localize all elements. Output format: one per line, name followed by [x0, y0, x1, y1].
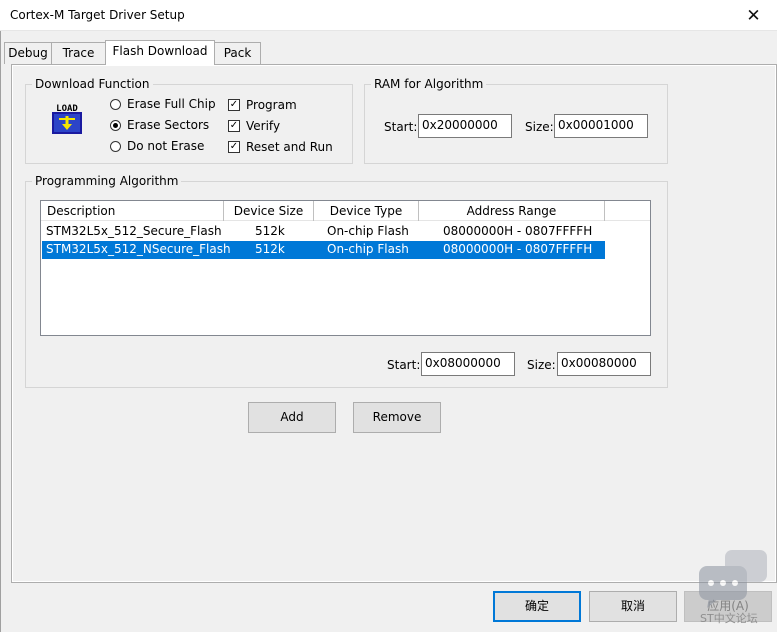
- flash-size-input[interactable]: 0x00080000: [557, 352, 651, 376]
- close-icon: ✕: [746, 5, 761, 26]
- cancel-button[interactable]: 取消: [589, 591, 677, 622]
- programming-algorithm-group: Programming Algorithm Description Device…: [25, 174, 668, 388]
- table-row[interactable]: STM32L5x_512_Secure_Flash 512k On-chip F…: [42, 223, 605, 241]
- column-device-type[interactable]: Device Type: [314, 201, 419, 221]
- row-type: On-chip Flash: [327, 224, 409, 238]
- tab-debug[interactable]: Debug: [4, 42, 52, 64]
- verify-label: Verify: [246, 119, 281, 133]
- download-function-label: Download Function: [32, 77, 153, 91]
- tab-debug-label: Debug: [8, 46, 48, 60]
- tab-flash-download-label: Flash Download: [112, 44, 208, 58]
- algorithm-list[interactable]: Description Device Size Device Type Addr…: [40, 200, 651, 336]
- title-bar: Cortex-M Target Driver Setup ✕: [0, 0, 777, 31]
- row-size: 512k: [255, 242, 285, 256]
- erase-full-chip-radio[interactable]: [110, 99, 121, 110]
- flash-size-label: Size:: [527, 358, 556, 372]
- erase-sectors-label: Erase Sectors: [127, 118, 210, 132]
- row-type: On-chip Flash: [327, 242, 409, 256]
- row-description: STM32L5x_512_Secure_Flash: [46, 224, 222, 238]
- ram-for-algorithm-label: RAM for Algorithm: [371, 77, 487, 91]
- tab-trace[interactable]: Trace: [51, 42, 106, 64]
- reset-and-run-checkbox[interactable]: ✓: [228, 141, 240, 153]
- load-icon: LOAD: [51, 102, 83, 136]
- flash-download-panel: Download Function LOAD Erase Full Chip E…: [11, 64, 777, 583]
- ram-for-algorithm-group: RAM for Algorithm Start: 0x20000000 Size…: [364, 77, 668, 164]
- ram-size-input[interactable]: 0x00001000: [554, 114, 648, 138]
- verify-checkbox[interactable]: ✓: [228, 120, 240, 132]
- table-row-selected[interactable]: STM32L5x_512_NSecure_Flash 512k On-chip …: [42, 241, 605, 259]
- tab-pack[interactable]: Pack: [214, 42, 261, 64]
- flash-start-input[interactable]: 0x08000000: [421, 352, 515, 376]
- column-address-range[interactable]: Address Range: [419, 201, 605, 221]
- do-not-erase-radio[interactable]: [110, 141, 121, 152]
- forum-watermark-icon: [697, 548, 769, 610]
- add-button[interactable]: Add: [248, 402, 336, 433]
- tab-trace-label: Trace: [62, 46, 95, 60]
- remove-button[interactable]: Remove: [353, 402, 441, 433]
- row-range: 08000000H - 0807FFFFH: [443, 224, 593, 238]
- row-description: STM32L5x_512_NSecure_Flash: [46, 242, 231, 256]
- svg-text:LOAD: LOAD: [56, 104, 78, 114]
- row-size: 512k: [255, 224, 285, 238]
- program-label: Program: [246, 98, 297, 112]
- tab-flash-download[interactable]: Flash Download: [105, 40, 215, 65]
- dialog-client: Debug Trace Flash Download Pack Download…: [0, 31, 777, 632]
- erase-full-chip-label: Erase Full Chip: [127, 97, 216, 111]
- column-description[interactable]: Description: [41, 201, 224, 221]
- row-range: 08000000H - 0807FFFFH: [443, 242, 593, 256]
- window-title: Cortex-M Target Driver Setup: [10, 8, 185, 22]
- forum-watermark-text: ST中文论坛: [700, 612, 758, 625]
- programming-algorithm-label: Programming Algorithm: [32, 174, 182, 188]
- ok-button[interactable]: 确定: [493, 591, 581, 622]
- erase-sectors-radio[interactable]: [110, 120, 121, 131]
- download-function-group: Download Function LOAD Erase Full Chip E…: [25, 77, 353, 164]
- tab-pack-label: Pack: [223, 46, 252, 60]
- algorithm-list-header: Description Device Size Device Type Addr…: [41, 201, 650, 221]
- program-checkbox[interactable]: ✓: [228, 99, 240, 111]
- close-button[interactable]: ✕: [730, 0, 777, 31]
- column-device-size[interactable]: Device Size: [224, 201, 314, 221]
- ram-size-label: Size:: [525, 120, 554, 134]
- flash-start-label: Start:: [387, 358, 421, 372]
- do-not-erase-label: Do not Erase: [127, 139, 205, 153]
- ram-start-input[interactable]: 0x20000000: [418, 114, 512, 138]
- reset-and-run-label: Reset and Run: [246, 140, 333, 154]
- ram-start-label: Start:: [384, 120, 418, 134]
